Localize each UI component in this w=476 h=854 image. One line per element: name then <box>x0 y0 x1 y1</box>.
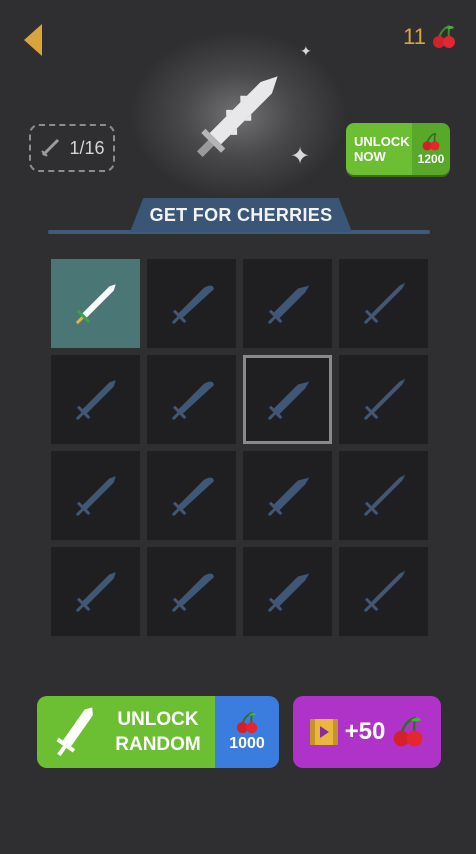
sword-icon <box>267 285 309 324</box>
unlock-now-button[interactable]: UNLOCK NOW 1200 <box>346 123 450 175</box>
unlock-now-price: 1200 <box>412 123 450 175</box>
watch-ad-button[interactable]: +50 <box>293 696 441 768</box>
sparkle-icon: ✦ <box>300 43 312 59</box>
sword-icon <box>171 285 214 324</box>
sword-slot[interactable] <box>147 547 236 636</box>
sparkle-icon: ✦ <box>290 143 311 170</box>
unlock-random-line1: UNLOCK <box>117 709 199 730</box>
sword-icon <box>267 381 309 420</box>
sword-icon <box>75 571 116 612</box>
back-button[interactable] <box>20 22 46 58</box>
sword-icon <box>75 283 116 324</box>
sword-slot[interactable] <box>339 547 428 636</box>
sword-slot[interactable] <box>147 355 236 444</box>
unlock-now-price-value: 1200 <box>417 152 445 166</box>
sword-icon <box>267 573 309 612</box>
sword-slot[interactable] <box>51 355 140 444</box>
sword-slot[interactable] <box>339 451 428 540</box>
unlock-now-line1: UNLOCK <box>354 134 410 149</box>
sword-slot[interactable] <box>147 259 236 348</box>
sword-icon <box>171 477 214 516</box>
sword-slot[interactable] <box>339 355 428 444</box>
cherry-icon <box>422 132 440 151</box>
unlock-random-price-value: 1000 <box>229 735 265 752</box>
sword-slot[interactable] <box>51 547 140 636</box>
cherry-icon <box>393 716 423 747</box>
sword-icon <box>363 474 405 516</box>
sword-icon <box>41 138 60 157</box>
section-title: GET FOR CHERRIES <box>130 198 352 232</box>
sword-slot[interactable] <box>339 259 428 348</box>
sword-icon <box>75 379 116 420</box>
unlock-random-label: UNLOCK RANDOM <box>37 696 215 768</box>
cherry-icon <box>433 25 455 48</box>
unlock-now-line2: NOW <box>354 149 386 164</box>
sword-slot[interactable] <box>51 259 140 348</box>
cherry-icon <box>236 711 258 734</box>
cherry-counter: 11 <box>403 24 456 50</box>
sword-slot[interactable] <box>243 451 332 540</box>
unlock-random-price: 1000 <box>215 696 279 768</box>
sword-slot[interactable] <box>147 451 236 540</box>
sword-slot[interactable] <box>51 451 140 540</box>
back-arrow-icon <box>24 24 42 56</box>
sword-icon <box>56 707 93 757</box>
sword-slot[interactable] <box>243 355 332 444</box>
hero-sword-icon <box>168 56 308 176</box>
sword-slot[interactable] <box>243 547 332 636</box>
sword-grid <box>51 259 428 636</box>
sword-icon <box>267 477 309 516</box>
collection-progress: 1/16 <box>29 124 115 172</box>
video-icon <box>309 719 338 745</box>
sword-icon <box>363 378 405 420</box>
cherry-count-value: 11 <box>403 24 426 49</box>
progress-value: 1/16 <box>69 137 105 158</box>
unlock-now-label: UNLOCK NOW <box>346 123 412 175</box>
watch-ad-amount: +50 <box>344 718 386 745</box>
unlock-random-button[interactable]: UNLOCK RANDOM 1000 <box>37 696 279 768</box>
unlock-random-line2: RANDOM <box>115 734 201 755</box>
sword-icon <box>171 573 214 612</box>
sword-icon <box>75 475 116 516</box>
sword-icon <box>363 282 405 324</box>
sword-slot[interactable] <box>243 259 332 348</box>
sword-icon <box>171 381 214 420</box>
sword-icon <box>363 570 405 612</box>
